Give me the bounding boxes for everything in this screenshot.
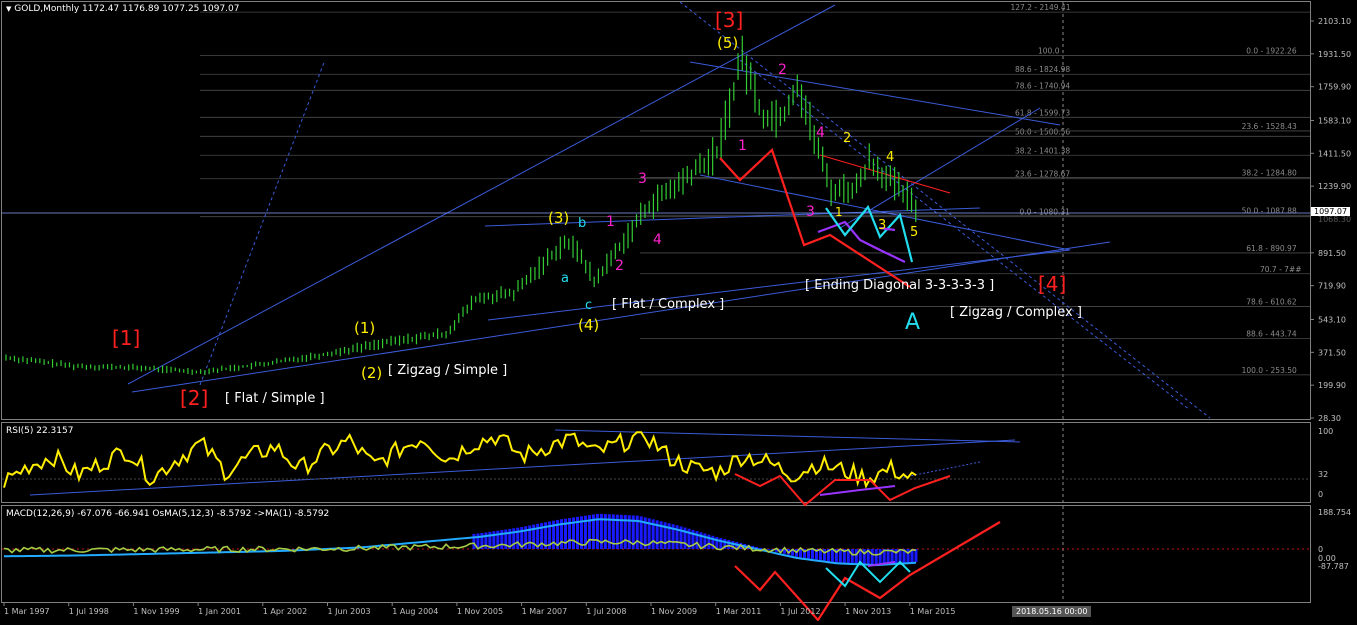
price-tick-label: 2103.10 [1318, 17, 1351, 26]
fib-label: 88.6 - 443.74 [1246, 330, 1297, 339]
price-tick-label: 1931.50 [1318, 50, 1351, 59]
diag-upper-line [689, 61, 1061, 126]
chart-header: ▼ GOLD,Monthly 1172.47 1176.89 1077.25 1… [6, 4, 239, 14]
fib-label: 61.8 - 1599.73 [1015, 108, 1070, 117]
price-tick-label-partial: 1068.30 [1318, 215, 1351, 224]
purple-small-arrow [879, 226, 896, 232]
time-tick-label: 1 Jul 1998 [69, 607, 109, 616]
diag-lower-line [699, 174, 1071, 251]
time-tick-label: 1 Jul 2008 [586, 607, 626, 616]
fib-label: 61.8 - 890.97 [1246, 244, 1297, 253]
dotted-fan-line-3 [739, 59, 1191, 411]
fib-label: 23.6 - 1278.67 [1015, 170, 1070, 179]
time-tick-label: 1 Jul 2012 [780, 607, 820, 616]
time-tick-label: 1 Nov 2005 [457, 607, 503, 616]
rsi-panel-frame [1, 422, 1311, 503]
time-tick-label: 1 Nov 1999 [133, 607, 179, 616]
symbol-info: GOLD,Monthly 1172.47 1176.89 1077.25 109… [14, 4, 240, 14]
time-tick-label: 1 Aug 2004 [392, 607, 438, 616]
fib-label: 88.6 - 1824.98 [1015, 65, 1070, 74]
price-tick-label: 1759.90 [1318, 83, 1351, 92]
time-badge: 2018.05.16 00:00 [1012, 606, 1092, 617]
current-price-badge: 1097.07 [1311, 207, 1351, 216]
fib-label: 0.0 - 1922.26 [1246, 47, 1297, 56]
macd-tick-label: 188.754 [1318, 508, 1351, 517]
time-tick-label: 1 Mar 1997 [4, 607, 50, 616]
rsi-trendline-upper [554, 429, 1021, 443]
macd-header: MACD(12,26,9) -67.076 -66.941 OsMA(5,12,… [6, 509, 330, 519]
rsi-header: RSI(5) 22.3157 [6, 426, 74, 436]
price-tick-label: 719.90 [1318, 282, 1346, 291]
price-tick-label: 1239.90 [1318, 182, 1351, 191]
rsi-dotted-line [899, 461, 981, 479]
price-tick-label: 199.90 [1318, 381, 1346, 390]
price-pattern-arrows [719, 148, 914, 288]
rsi-trendline-lower [29, 439, 1016, 496]
fib-label: 38.2 - 1284.80 [1242, 169, 1297, 178]
macd-panel-frame [1, 505, 1311, 603]
macd-signal-line [3, 518, 917, 567]
fib-label: 23.6 - 1528.43 [1242, 122, 1297, 131]
fib-label: 127.2 - 2149.41 [1011, 3, 1071, 12]
fib-label: 38.2 - 1401.38 [1015, 146, 1070, 155]
price-tick-label: 371.50 [1318, 348, 1346, 357]
time-axis: 1 Mar 1997 1 Jul 1998 1 Nov 1999 1 Jan 2001… [3, 603, 956, 616]
fib-label: 100.0 [1038, 47, 1060, 56]
macd-tick-label: 0 [1318, 545, 1323, 554]
macd-tick-label: -87.787 [1318, 562, 1349, 571]
price-tick-label: 891.50 [1318, 249, 1346, 258]
time-tick-label: 1 Nov 2013 [845, 607, 891, 616]
fibonacci-levels: 127.2 - 2149.41 100.0 0.0 - 1922.26 88.6 - … [200, 3, 1310, 376]
price-tick-label: 1411.50 [1318, 149, 1351, 158]
price-tick-label: 28.30 [1318, 414, 1341, 423]
channel-lower-line [131, 241, 1111, 393]
time-tick-label: 1 Jan 2001 [198, 607, 241, 616]
fib-label: 50.0 - 1500.56 [1015, 127, 1070, 136]
price-axis: 2103.10 1931.50 1759.90 1583.10 1411.50 1239.… [1310, 17, 1351, 423]
macd-panel: 188.75400.00-87.787 [2, 508, 1351, 622]
chart-canvas[interactable]: 127.2 - 2149.41 100.0 0.0 - 1922.26 88.6 - … [0, 0, 1357, 622]
chart-window: 127.2 - 2149.41 100.0 0.0 - 1922.26 88.6 - … [0, 0, 1357, 622]
rsi-panel: 100 32 0 [2, 427, 1333, 507]
price-tick-label: 1583.10 [1318, 116, 1351, 125]
macd-red-arrow [734, 521, 1001, 622]
fib-label: 70.7 - 7## [1260, 265, 1302, 274]
fib-label: 50.0 - 1087.88 [1242, 206, 1297, 215]
time-tick-label: 1 Mar 2015 [910, 607, 956, 616]
channel-upper-line [127, 4, 836, 385]
time-tick-label: 1 Nov 2009 [651, 607, 697, 616]
time-tick-label: 1 Apr 2002 [263, 607, 307, 616]
price-tick-label: 543.10 [1318, 315, 1346, 324]
rsi-tick-label: 0 [1318, 490, 1323, 499]
time-tick-label: 1 Jun 2003 [328, 607, 371, 616]
price-panel-frame [1, 1, 1311, 420]
time-tick-label: 1 Mar 2011 [716, 607, 762, 616]
rsi-tick-label: 32 [1318, 470, 1328, 479]
time-tick-label: 1 Mar 2007 [522, 607, 568, 616]
chevron-down-icon[interactable]: ▼ [6, 5, 11, 13]
wave4-lower-line [487, 249, 1071, 321]
fib-label: 100.0 - 253.50 [1242, 366, 1297, 375]
dotted-fan-line-1 [199, 59, 326, 386]
fib-label: 78.6 - 610.62 [1246, 298, 1297, 307]
fib-label: 78.6 - 1740.94 [1015, 81, 1070, 90]
dotted-fan-line-2 [679, 1, 1211, 419]
rsi-tick-label: 100 [1318, 427, 1333, 436]
